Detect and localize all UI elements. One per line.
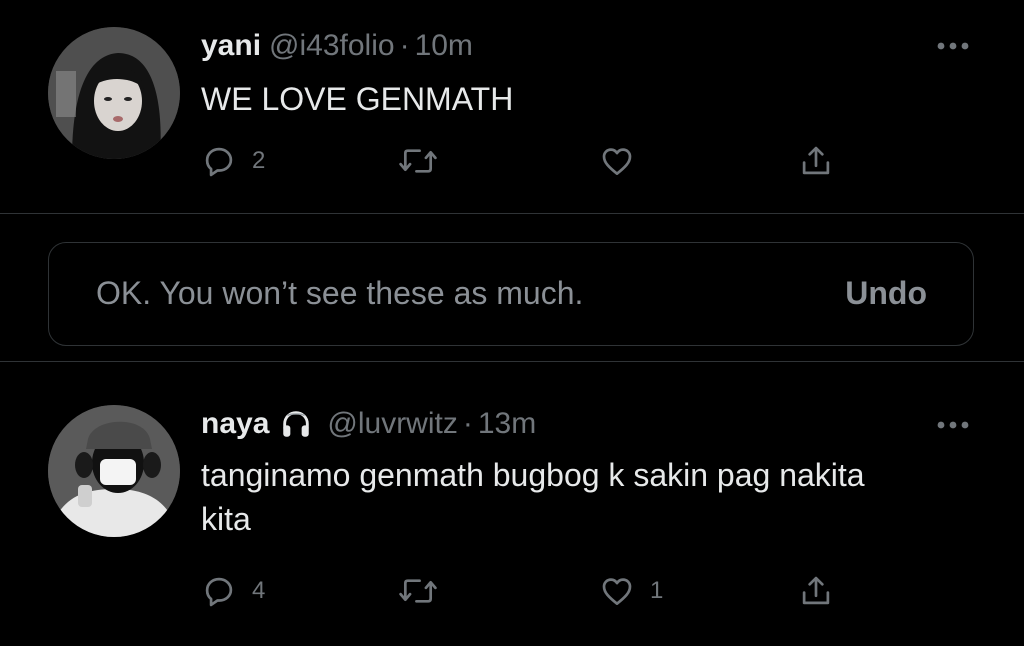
display-name[interactable]: naya xyxy=(201,407,269,441)
like-button[interactable] xyxy=(598,139,650,183)
share-icon xyxy=(802,576,830,605)
retweet-button[interactable] xyxy=(397,569,453,613)
share-button[interactable] xyxy=(797,139,835,183)
like-button[interactable]: 1 xyxy=(598,569,663,613)
retweet-icon xyxy=(399,149,437,173)
tweet[interactable]: yani @i43folio · 10m WE LOVE GENMATH 2 xyxy=(0,0,1024,213)
action-bar: 4 1 xyxy=(0,569,1024,613)
handle[interactable]: @i43folio xyxy=(269,29,395,63)
tweet-header: yani @i43folio · 10m xyxy=(201,26,473,66)
timestamp[interactable]: 10m xyxy=(415,29,473,63)
separator: · xyxy=(462,407,473,440)
reply-count: 4 xyxy=(252,577,266,604)
more-icon[interactable] xyxy=(935,418,971,432)
reply-icon xyxy=(205,577,233,607)
reply-icon xyxy=(205,147,233,177)
undo-button[interactable]: Undo xyxy=(845,275,927,312)
reply-count: 2 xyxy=(252,147,266,174)
reply-button[interactable]: 4 xyxy=(200,569,265,613)
more-icon[interactable] xyxy=(935,39,971,53)
timestamp[interactable]: 13m xyxy=(478,407,536,441)
tweet-header: naya @luvrwitz · 13m xyxy=(201,404,536,444)
tweet[interactable]: naya @luvrwitz · 13m tanginamo genmath b… xyxy=(0,362,1024,646)
action-bar: 2 xyxy=(0,139,1024,183)
divider xyxy=(0,213,1024,214)
avatar[interactable] xyxy=(48,405,180,537)
heart-icon xyxy=(602,148,632,176)
separator: · xyxy=(399,29,410,62)
heart-icon xyxy=(602,578,632,606)
feedback-notice: OK. You won’t see these as much. Undo xyxy=(48,242,974,346)
retweet-icon xyxy=(399,579,437,603)
notice-text: OK. You won’t see these as much. xyxy=(96,275,584,311)
retweet-button[interactable] xyxy=(397,139,453,183)
headphones-icon xyxy=(279,407,313,441)
tweet-text: tanginamo genmath bugbog k sakin pag nak… xyxy=(201,457,865,537)
handle[interactable]: @luvrwitz xyxy=(327,407,457,441)
share-button[interactable] xyxy=(797,569,835,613)
share-icon xyxy=(802,146,830,175)
tweet-text: WE LOVE GENMATH xyxy=(201,81,514,117)
like-count: 1 xyxy=(650,577,664,604)
reply-button[interactable]: 2 xyxy=(200,139,265,183)
display-name[interactable]: yani xyxy=(201,29,261,63)
